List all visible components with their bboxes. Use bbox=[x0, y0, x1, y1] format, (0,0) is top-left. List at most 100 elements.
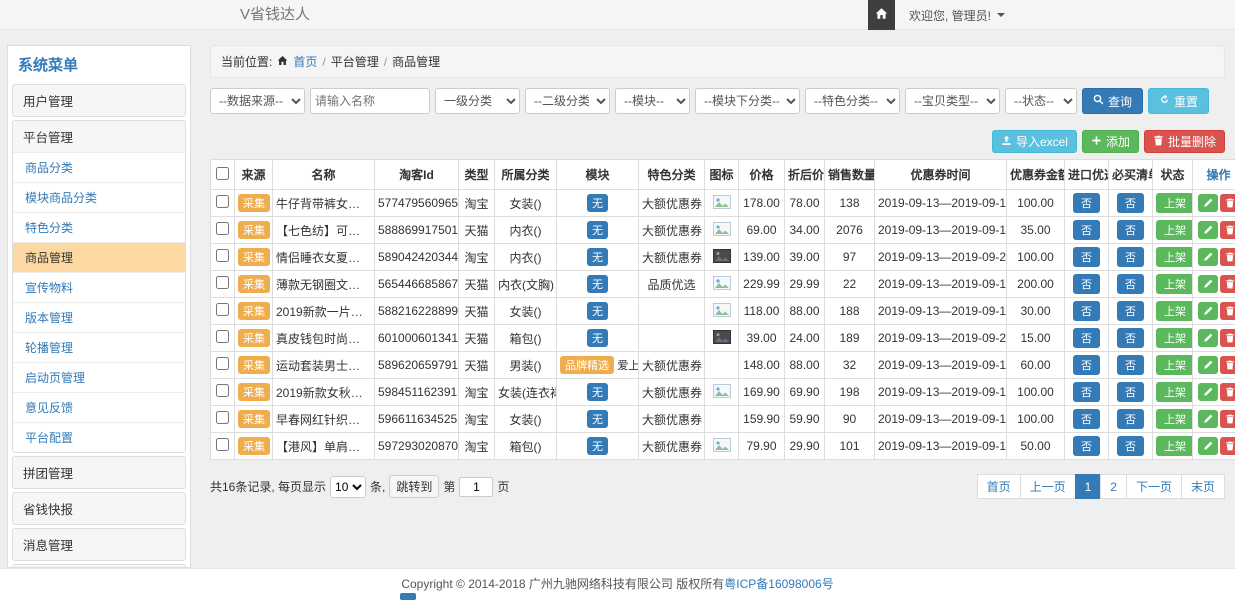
status-toggle[interactable]: 上架 bbox=[1156, 301, 1193, 321]
must-buy-toggle[interactable]: 否 bbox=[1117, 328, 1144, 348]
sidebar-item[interactable]: 模块商品分类 bbox=[13, 182, 185, 212]
filter-status[interactable]: --状态-- bbox=[1005, 88, 1077, 114]
edit-button[interactable] bbox=[1198, 437, 1218, 455]
page-button[interactable]: 上一页 bbox=[1020, 474, 1076, 499]
status-toggle[interactable]: 上架 bbox=[1156, 409, 1193, 429]
row-checkbox[interactable] bbox=[216, 303, 229, 316]
edit-button[interactable] bbox=[1198, 410, 1218, 428]
filter-module[interactable]: --模块-- bbox=[615, 88, 690, 114]
reset-button[interactable]: 重置 bbox=[1148, 88, 1209, 114]
status-toggle[interactable]: 上架 bbox=[1156, 247, 1193, 267]
icp-link[interactable]: 粤ICP备16098006号 bbox=[724, 577, 833, 591]
import-pref-toggle[interactable]: 否 bbox=[1073, 436, 1100, 456]
sidebar-section[interactable]: 拼团管理 bbox=[13, 457, 185, 488]
must-buy-toggle[interactable]: 否 bbox=[1117, 220, 1144, 240]
edit-button[interactable] bbox=[1198, 194, 1218, 212]
edit-button[interactable] bbox=[1198, 275, 1218, 293]
sidebar-item[interactable]: 轮播管理 bbox=[13, 332, 185, 362]
filter-category-level2[interactable]: --二级分类-- bbox=[525, 88, 610, 114]
edit-button[interactable] bbox=[1198, 383, 1218, 401]
row-checkbox[interactable] bbox=[216, 222, 229, 235]
must-buy-toggle[interactable]: 否 bbox=[1117, 274, 1144, 294]
delete-button[interactable] bbox=[1220, 410, 1235, 428]
select-all-checkbox[interactable] bbox=[216, 167, 229, 180]
row-checkbox[interactable] bbox=[216, 438, 229, 451]
import-pref-toggle[interactable]: 否 bbox=[1073, 355, 1100, 375]
sidebar-item[interactable]: 商品分类 bbox=[13, 152, 185, 182]
filter-data-source[interactable]: --数据来源-- bbox=[210, 88, 305, 114]
filter-name-input[interactable] bbox=[310, 88, 430, 114]
page-button[interactable]: 1 bbox=[1075, 474, 1102, 499]
status-toggle[interactable]: 上架 bbox=[1156, 274, 1193, 294]
sidebar-section[interactable]: 消息管理 bbox=[13, 529, 185, 560]
delete-button[interactable] bbox=[1220, 194, 1235, 212]
delete-button[interactable] bbox=[1220, 356, 1235, 374]
delete-button[interactable] bbox=[1220, 275, 1235, 293]
row-checkbox[interactable] bbox=[216, 384, 229, 397]
row-checkbox[interactable] bbox=[216, 195, 229, 208]
status-toggle[interactable]: 上架 bbox=[1156, 220, 1193, 240]
import-excel-button[interactable]: 导入excel bbox=[992, 130, 1077, 153]
row-checkbox[interactable] bbox=[216, 276, 229, 289]
must-buy-toggle[interactable]: 否 bbox=[1117, 355, 1144, 375]
row-checkbox[interactable] bbox=[216, 357, 229, 370]
home-button[interactable] bbox=[868, 0, 895, 30]
delete-button[interactable] bbox=[1220, 221, 1235, 239]
delete-button[interactable] bbox=[1220, 248, 1235, 266]
import-pref-toggle[interactable]: 否 bbox=[1073, 193, 1100, 213]
delete-button[interactable] bbox=[1220, 302, 1235, 320]
sidebar-section[interactable]: 用户管理 bbox=[13, 85, 185, 116]
breadcrumb-home-link[interactable]: 首页 bbox=[293, 53, 317, 70]
delete-button[interactable] bbox=[1220, 329, 1235, 347]
query-button[interactable]: 查询 bbox=[1082, 88, 1143, 114]
filter-item-type[interactable]: --宝贝类型-- bbox=[905, 88, 1000, 114]
status-toggle[interactable]: 上架 bbox=[1156, 382, 1193, 402]
filter-module-sub[interactable]: --模块下分类-- bbox=[695, 88, 800, 114]
sidebar-item[interactable]: 平台配置 bbox=[13, 422, 185, 452]
must-buy-toggle[interactable]: 否 bbox=[1117, 247, 1144, 267]
status-toggle[interactable]: 上架 bbox=[1156, 328, 1193, 348]
import-pref-toggle[interactable]: 否 bbox=[1073, 409, 1100, 429]
row-checkbox[interactable] bbox=[216, 249, 229, 262]
jump-button[interactable]: 跳转到 bbox=[389, 475, 439, 498]
sidebar-item[interactable]: 意见反馈 bbox=[13, 392, 185, 422]
edit-button[interactable] bbox=[1198, 221, 1218, 239]
add-button[interactable]: 添加 bbox=[1082, 130, 1139, 153]
must-buy-toggle[interactable]: 否 bbox=[1117, 382, 1144, 402]
page-button[interactable]: 下一页 bbox=[1126, 474, 1182, 499]
sidebar-section[interactable]: 省钱快报 bbox=[13, 493, 185, 524]
page-button[interactable]: 末页 bbox=[1181, 474, 1225, 499]
row-checkbox[interactable] bbox=[216, 411, 229, 424]
import-pref-toggle[interactable]: 否 bbox=[1073, 220, 1100, 240]
must-buy-toggle[interactable]: 否 bbox=[1117, 409, 1144, 429]
edit-button[interactable] bbox=[1198, 302, 1218, 320]
status-toggle[interactable]: 上架 bbox=[1156, 193, 1193, 213]
user-menu[interactable]: 欢迎您, 管理员! bbox=[895, 0, 1019, 30]
must-buy-toggle[interactable]: 否 bbox=[1117, 301, 1144, 321]
delete-button[interactable] bbox=[1220, 437, 1235, 455]
page-number-input[interactable] bbox=[459, 477, 493, 497]
sidebar-item[interactable]: 宣传物料 bbox=[13, 272, 185, 302]
row-checkbox[interactable] bbox=[216, 330, 229, 343]
per-page-select[interactable]: 10 bbox=[330, 476, 366, 498]
edit-button[interactable] bbox=[1198, 248, 1218, 266]
page-button[interactable]: 2 bbox=[1100, 474, 1127, 499]
must-buy-toggle[interactable]: 否 bbox=[1117, 193, 1144, 213]
import-pref-toggle[interactable]: 否 bbox=[1073, 328, 1100, 348]
edit-button[interactable] bbox=[1198, 356, 1218, 374]
status-toggle[interactable]: 上架 bbox=[1156, 355, 1193, 375]
import-pref-toggle[interactable]: 否 bbox=[1073, 274, 1100, 294]
page-button[interactable]: 首页 bbox=[977, 474, 1021, 499]
import-pref-toggle[interactable]: 否 bbox=[1073, 247, 1100, 267]
sidebar-item[interactable]: 特色分类 bbox=[13, 212, 185, 242]
import-pref-toggle[interactable]: 否 bbox=[1073, 382, 1100, 402]
batch-delete-button[interactable]: 批量删除 bbox=[1144, 130, 1225, 153]
filter-featured-category[interactable]: --特色分类-- bbox=[805, 88, 900, 114]
sidebar-section[interactable]: 平台管理 bbox=[13, 121, 185, 152]
filter-category-level1[interactable]: 一级分类 bbox=[435, 88, 520, 114]
sidebar-item[interactable]: 版本管理 bbox=[13, 302, 185, 332]
must-buy-toggle[interactable]: 否 bbox=[1117, 436, 1144, 456]
edit-button[interactable] bbox=[1198, 329, 1218, 347]
sidebar-item[interactable]: 启动页管理 bbox=[13, 362, 185, 392]
delete-button[interactable] bbox=[1220, 383, 1235, 401]
